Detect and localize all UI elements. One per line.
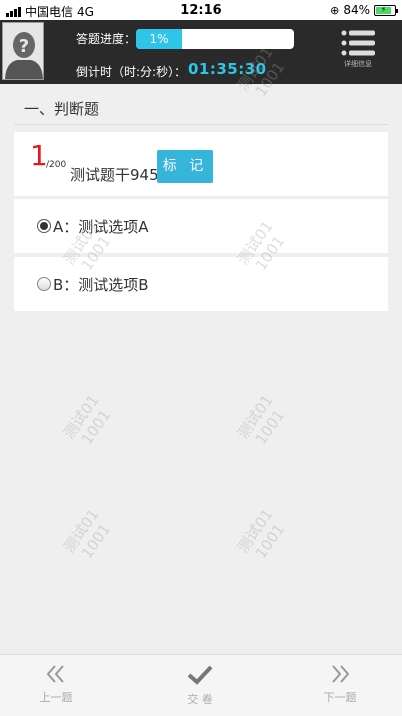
section-title: 一、判断题 — [24, 100, 100, 118]
countdown-label: 倒计时（时:分:秒）： — [76, 65, 187, 79]
progress-fill: 1% — [136, 29, 182, 49]
submit-exam-label: 交 卷 — [187, 693, 213, 706]
option-b-label: B：测试选项B — [53, 275, 149, 294]
progress-value: 1% — [149, 32, 169, 46]
option-b[interactable]: B：测试选项B — [14, 257, 388, 311]
submit-exam-button[interactable]: 交 卷 — [170, 665, 230, 707]
unknown-user-icon: ? — [3, 23, 43, 79]
question-text: 测试题干945 — [70, 166, 159, 184]
progress-label: 答题进度： — [76, 32, 137, 46]
radio-checked-icon[interactable] — [37, 219, 51, 233]
double-chevron-left-icon — [46, 665, 64, 683]
bottom-nav: 上一题 交 卷 下一题 — [0, 654, 402, 716]
section-divider — [14, 124, 388, 125]
status-right: ⊕ 84% ⚡ — [330, 3, 398, 17]
orientation-lock-icon: ⊕ — [330, 3, 340, 17]
next-question-button[interactable]: 下一题 — [310, 665, 370, 705]
progress-bar: 1% — [136, 29, 294, 49]
double-chevron-right-icon — [332, 665, 350, 683]
option-a-label: A：测试选项A — [53, 217, 149, 236]
question-total: /200 — [46, 160, 67, 170]
battery-percent: 84% — [343, 3, 370, 17]
watermark: 测试01 1001 — [59, 505, 115, 562]
watermark: 测试01 1001 — [233, 391, 289, 448]
countdown-value: 01:35:30 — [188, 60, 267, 78]
avatar: ? — [2, 22, 44, 80]
battery-icon: ⚡ — [374, 4, 398, 16]
details-label: 详细信息 — [344, 60, 372, 68]
option-a[interactable]: A：测试选项A — [14, 199, 388, 253]
watermark: 测试01 1001 — [233, 505, 289, 562]
question-card: 1 /200 测试题干945 标 记 — [14, 132, 388, 196]
checkmark-icon — [187, 665, 213, 685]
radio-unchecked-icon[interactable] — [37, 277, 51, 291]
prev-question-button[interactable]: 上一题 — [26, 665, 86, 705]
watermark: 测试01 1001 — [59, 391, 115, 448]
exam-header: ? 答题进度： 1% 倒计时（时:分:秒）： 01:35:30 详细信息 — [0, 20, 402, 84]
list-menu-icon — [341, 30, 375, 56]
svg-text:?: ? — [19, 36, 29, 57]
status-bar: 中国电信 4G 12:16 ⊕ 84% ⚡ — [0, 0, 402, 20]
details-button[interactable]: 详细信息 — [336, 30, 380, 78]
prev-question-label: 上一题 — [39, 691, 73, 704]
next-question-label: 下一题 — [323, 691, 357, 704]
mark-button[interactable]: 标 记 — [157, 150, 213, 183]
